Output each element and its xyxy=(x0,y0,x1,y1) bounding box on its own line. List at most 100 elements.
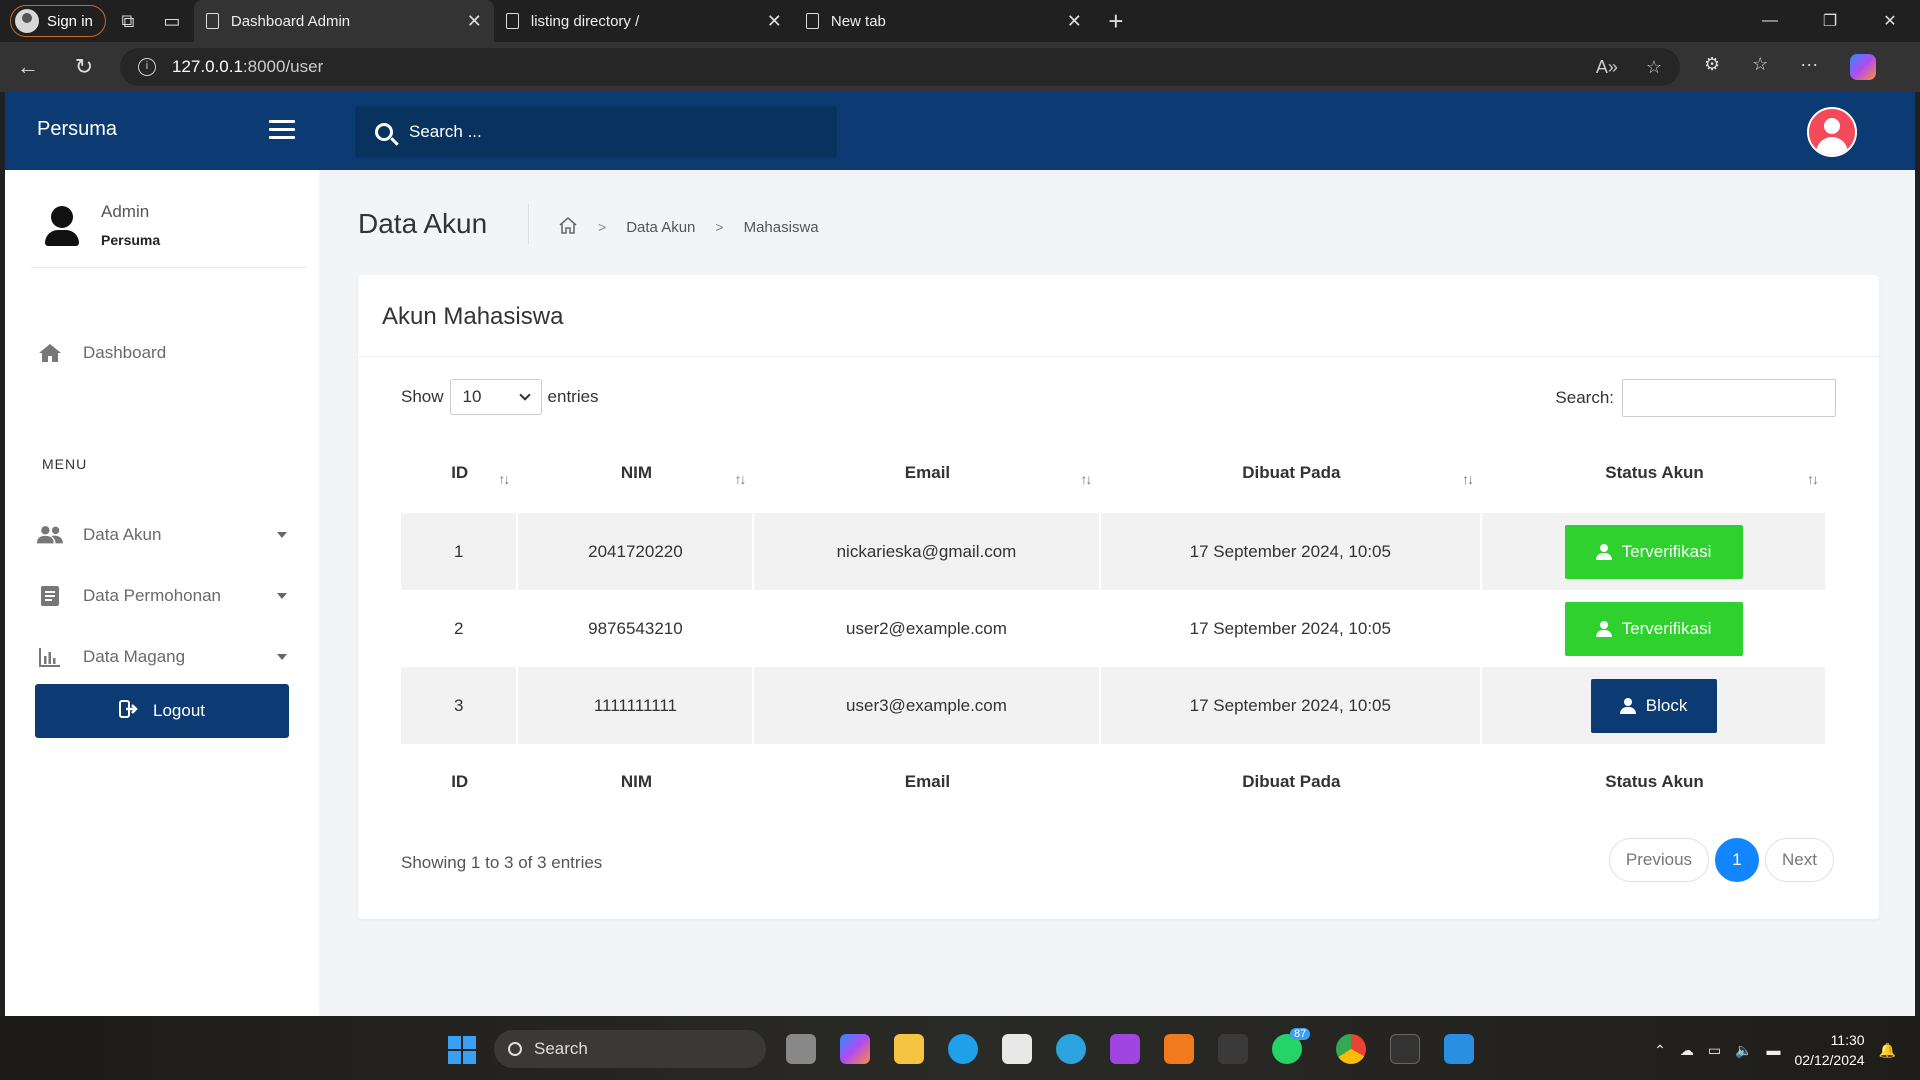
page-1-button[interactable]: 1 xyxy=(1715,838,1760,882)
entries-select[interactable]: 10 xyxy=(449,379,542,415)
battery-icon[interactable]: ▬ xyxy=(1766,1042,1780,1058)
minimize-icon[interactable]: — xyxy=(1740,0,1800,42)
favorites-icon[interactable]: ☆ xyxy=(1752,54,1768,80)
tab-listing-directory[interactable]: listing directory / ✕ xyxy=(494,0,794,42)
taskbar-clock[interactable]: 11:30 02/12/2024 xyxy=(1794,1030,1864,1070)
column-header-created[interactable]: Dibuat Pada ↑↓ xyxy=(1101,433,1483,513)
store-icon[interactable] xyxy=(1002,1034,1032,1064)
address-toolbar: ← ↻ i 127.0.0.1:8000/user A» ☆ ⚙ ☆ ··· xyxy=(0,42,1920,92)
workspaces-icon[interactable]: ⧉ xyxy=(106,0,150,42)
sidebar: Admin Persuma Dashboard MENU Data Akun D… xyxy=(5,170,319,1016)
tab-title: New tab xyxy=(830,12,886,30)
signin-label: Sign in xyxy=(47,12,93,30)
vscode-icon[interactable] xyxy=(1444,1034,1474,1064)
notification-badge: 87 xyxy=(1290,1028,1311,1040)
windows-taskbar: Search 87 ⌃ ☁ ▭ 🔈 ▬ 11:30 02/12/2024 🔔 xyxy=(0,1016,1920,1080)
sidebar-item-label: Data Permohonan xyxy=(83,586,221,605)
accounts-card: Akun Mahasiswa Show 10 entries Search: I… xyxy=(358,275,1879,919)
terminal-icon[interactable] xyxy=(1390,1034,1420,1064)
taskbar-search-label: Search xyxy=(534,1039,588,1058)
status-label: Terverifikasi xyxy=(1621,541,1712,561)
app-icon[interactable] xyxy=(1110,1034,1140,1064)
sort-icon: ↑↓ xyxy=(1462,471,1474,487)
url-field[interactable]: i 127.0.0.1:8000/user A» ☆ xyxy=(120,48,1680,86)
extensions-icon[interactable]: ⚙ xyxy=(1704,54,1720,80)
verified-status-button[interactable]: Terverifikasi xyxy=(1564,524,1743,579)
xampp-icon[interactable] xyxy=(1164,1034,1194,1064)
close-tab-icon[interactable]: ✕ xyxy=(767,11,782,32)
tab-dashboard-admin[interactable]: Dashboard Admin ✕ xyxy=(193,0,494,42)
brand-name[interactable]: Persuma xyxy=(37,118,117,141)
column-header-status[interactable]: Status Akun ↑↓ xyxy=(1482,433,1827,513)
breadcrumb-divider xyxy=(528,204,529,244)
breadcrumb-item[interactable]: Data Akun xyxy=(626,219,695,236)
sidebar-user: Admin Persuma xyxy=(31,192,307,268)
page-icon xyxy=(505,13,519,29)
global-search-input[interactable]: Search ... xyxy=(355,106,837,158)
more-options-icon[interactable]: ··· xyxy=(1800,54,1818,80)
entries-value: 10 xyxy=(462,387,482,406)
tab-actions-icon[interactable]: ▭ xyxy=(150,0,194,42)
new-tab-button[interactable]: + xyxy=(1094,6,1138,37)
refresh-icon[interactable]: ↻ xyxy=(56,54,112,80)
network-icon[interactable]: ▭ xyxy=(1708,1042,1721,1059)
chrome-icon[interactable] xyxy=(1336,1034,1366,1064)
user-avatar-icon[interactable] xyxy=(1807,107,1857,157)
browser-tabbar: Sign in ⧉ ▭ Dashboard Admin ✕ listing di… xyxy=(0,0,1920,42)
copilot-icon[interactable] xyxy=(1850,54,1877,80)
verified-status-button[interactable]: Terverifikasi xyxy=(1564,601,1743,656)
task-view-icon[interactable] xyxy=(786,1034,816,1064)
chevron-up-icon[interactable]: ⌃ xyxy=(1654,1042,1666,1059)
windows-start-icon[interactable] xyxy=(448,1036,476,1064)
column-header-id[interactable]: ID ↑↓ xyxy=(401,433,518,513)
back-icon[interactable]: ← xyxy=(0,54,56,80)
close-window-icon[interactable]: ✕ xyxy=(1860,0,1920,42)
document-icon xyxy=(37,585,63,607)
signin-button[interactable]: Sign in xyxy=(10,5,106,37)
close-tab-icon[interactable]: ✕ xyxy=(467,11,482,32)
taskbar-search[interactable]: Search xyxy=(494,1030,766,1068)
sidebar-item-data-permohonan[interactable]: Data Permohonan xyxy=(37,581,287,611)
chevron-right-icon: > xyxy=(715,219,724,235)
sidebar-item-data-akun[interactable]: Data Akun xyxy=(37,520,287,550)
app-icon[interactable] xyxy=(1218,1034,1248,1064)
telegram-icon[interactable] xyxy=(1056,1034,1086,1064)
site-info-icon[interactable]: i xyxy=(138,58,156,76)
search-icon xyxy=(375,123,393,141)
volume-icon[interactable]: 🔈 xyxy=(1735,1042,1752,1059)
favorite-star-icon[interactable]: ☆ xyxy=(1646,57,1662,78)
close-tab-icon[interactable]: ✕ xyxy=(1067,11,1082,32)
blocked-status-button[interactable]: Block xyxy=(1590,678,1717,733)
table-search-input[interactable] xyxy=(1622,379,1836,417)
search-icon xyxy=(508,1042,522,1056)
sidebar-item-label: Dashboard xyxy=(83,343,167,362)
restore-icon[interactable]: ❐ xyxy=(1800,0,1860,42)
home-icon[interactable] xyxy=(558,216,578,238)
show-label: Show xyxy=(401,387,444,406)
read-aloud-icon[interactable]: A» xyxy=(1596,57,1618,78)
search-placeholder: Search ... xyxy=(409,122,482,141)
copilot-icon[interactable] xyxy=(840,1034,870,1064)
notifications-bell-icon[interactable]: 🔔 xyxy=(1879,1042,1896,1059)
cell-email: nickarieska@gmail.com xyxy=(754,513,1101,590)
file-explorer-icon[interactable] xyxy=(894,1034,924,1064)
clock-time: 11:30 xyxy=(1830,1032,1865,1048)
tab-title: listing directory / xyxy=(530,12,640,30)
logout-button[interactable]: Logout xyxy=(35,684,289,738)
tab-new-tab[interactable]: New tab ✕ xyxy=(794,0,1094,42)
table-info: Showing 1 to 3 of 3 entries xyxy=(401,853,603,872)
home-icon xyxy=(37,343,63,363)
cell-created: 17 September 2024, 10:05 xyxy=(1100,513,1483,590)
user-role: Persuma xyxy=(101,232,161,248)
card-divider xyxy=(358,356,1879,357)
sidebar-item-data-magang[interactable]: Data Magang xyxy=(37,642,287,672)
menu-toggle-icon[interactable] xyxy=(269,120,295,140)
sort-icon: ↑↓ xyxy=(734,471,746,487)
cloud-icon[interactable]: ☁ xyxy=(1680,1042,1694,1059)
edge-icon[interactable] xyxy=(948,1034,978,1064)
next-page-button[interactable]: Next xyxy=(1765,838,1834,882)
sidebar-item-dashboard[interactable]: Dashboard xyxy=(37,338,287,368)
column-header-email[interactable]: Email ↑↓ xyxy=(754,433,1100,513)
column-header-nim[interactable]: NIM ↑↓ xyxy=(518,433,754,513)
previous-page-button[interactable]: Previous xyxy=(1608,838,1710,882)
